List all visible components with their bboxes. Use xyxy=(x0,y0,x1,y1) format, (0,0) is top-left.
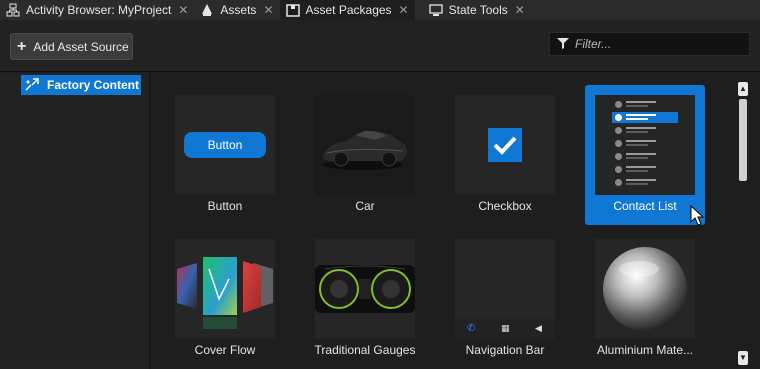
asset-thumbnail xyxy=(175,239,275,339)
asset-tile-aluminium-material[interactable]: Aluminium Mate... xyxy=(585,229,705,369)
tab-activity-browser[interactable]: Activity Browser: MyProject ✕ xyxy=(0,0,195,20)
scrollbar-thumb[interactable] xyxy=(739,99,747,181)
asset-grid: Button Button Car Checkbox Contact List … xyxy=(152,73,734,369)
speaker-icon: ◀ xyxy=(535,323,542,333)
tab-label: State Tools xyxy=(448,3,508,17)
add-asset-source-button[interactable]: + Add Asset Source xyxy=(10,33,133,60)
asset-tile-navigation-bar[interactable]: ✆ ▦ ◀ Navigation Bar xyxy=(445,229,565,369)
tree-item-factory-content[interactable]: Factory Content xyxy=(21,75,141,95)
asset-tile-contact-list[interactable]: Contact List xyxy=(585,85,705,225)
mouse-cursor-icon xyxy=(690,204,706,227)
filter-input[interactable] xyxy=(575,37,745,51)
list-item xyxy=(612,151,678,162)
tab-label: Asset Packages xyxy=(305,3,392,17)
scroll-down-icon[interactable]: ▼ xyxy=(738,351,748,365)
state-tools-icon xyxy=(428,3,443,17)
asset-tile-car[interactable]: Car xyxy=(305,85,425,225)
grid-icon: ▦ xyxy=(501,323,510,333)
list-item xyxy=(612,177,678,188)
list-item xyxy=(612,112,678,123)
tab-bar: Activity Browser: MyProject ✕ Assets ✕ A… xyxy=(0,0,760,20)
close-icon[interactable]: ✕ xyxy=(399,4,409,16)
phone-icon: ✆ xyxy=(467,323,476,334)
asset-thumbnail xyxy=(315,95,415,195)
asset-thumbnail xyxy=(315,239,415,339)
asset-thumbnail: ✆ ▦ ◀ xyxy=(455,239,555,339)
asset-label: Aluminium Mate... xyxy=(596,343,694,357)
filter-icon xyxy=(557,37,569,52)
asset-tile-cover-flow[interactable]: Cover Flow xyxy=(165,229,285,369)
asset-thumbnail xyxy=(455,95,555,195)
filter-box[interactable] xyxy=(549,32,750,56)
close-icon[interactable]: ✕ xyxy=(515,4,525,16)
vertical-scrollbar[interactable]: ▲ ▼ xyxy=(736,82,750,369)
asset-label: Cover Flow xyxy=(194,343,256,357)
asset-label: Checkbox xyxy=(478,199,532,213)
asset-tile-button[interactable]: Button Button xyxy=(165,85,285,225)
add-asset-source-label: Add Asset Source xyxy=(33,39,129,54)
cover-flow-image xyxy=(177,257,273,329)
checkbox-preview-icon xyxy=(488,128,522,162)
asset-label: Navigation Bar xyxy=(465,343,545,357)
list-item xyxy=(612,99,678,110)
asset-thumbnail: Button xyxy=(175,95,275,195)
button-preview: Button xyxy=(184,132,266,158)
close-icon[interactable]: ✕ xyxy=(178,4,188,16)
list-item xyxy=(612,164,678,175)
assets-icon xyxy=(200,3,214,17)
tab-label: Assets xyxy=(220,3,257,17)
asset-thumbnail xyxy=(595,239,695,339)
toolbar: + Add Asset Source xyxy=(0,20,760,72)
asset-tile-traditional-gauges[interactable]: Traditional Gauges xyxy=(305,229,425,369)
asset-thumbnail xyxy=(595,95,695,195)
tab-state-tools[interactable]: State Tools ✕ xyxy=(414,0,531,20)
asset-label: Button xyxy=(207,199,243,213)
asset-label: Contact List xyxy=(613,199,677,213)
tab-label: Activity Browser: MyProject xyxy=(26,3,172,17)
nav-bar-preview: ✆ ▦ ◀ xyxy=(455,319,555,339)
contact-list-preview xyxy=(595,95,695,195)
asset-label: Traditional Gauges xyxy=(314,343,416,357)
factory-content-icon xyxy=(25,78,39,92)
list-item xyxy=(612,138,678,149)
aluminium-sphere-image xyxy=(603,247,687,331)
list-item xyxy=(612,125,678,136)
scroll-up-icon[interactable]: ▲ xyxy=(738,82,748,96)
asset-packages-icon xyxy=(285,3,300,17)
tab-asset-packages[interactable]: Asset Packages ✕ xyxy=(279,0,415,20)
asset-label: Car xyxy=(355,199,375,213)
car-image xyxy=(323,130,407,170)
asset-source-tree: Factory Content xyxy=(0,73,150,369)
tree-item-label: Factory Content xyxy=(47,78,140,92)
asset-tile-checkbox[interactable]: Checkbox xyxy=(445,85,565,225)
close-icon[interactable]: ✕ xyxy=(263,4,273,16)
tab-assets[interactable]: Assets ✕ xyxy=(194,0,280,20)
plus-icon: + xyxy=(17,37,27,55)
activity-browser-icon xyxy=(6,3,20,17)
gauges-image xyxy=(315,265,415,313)
